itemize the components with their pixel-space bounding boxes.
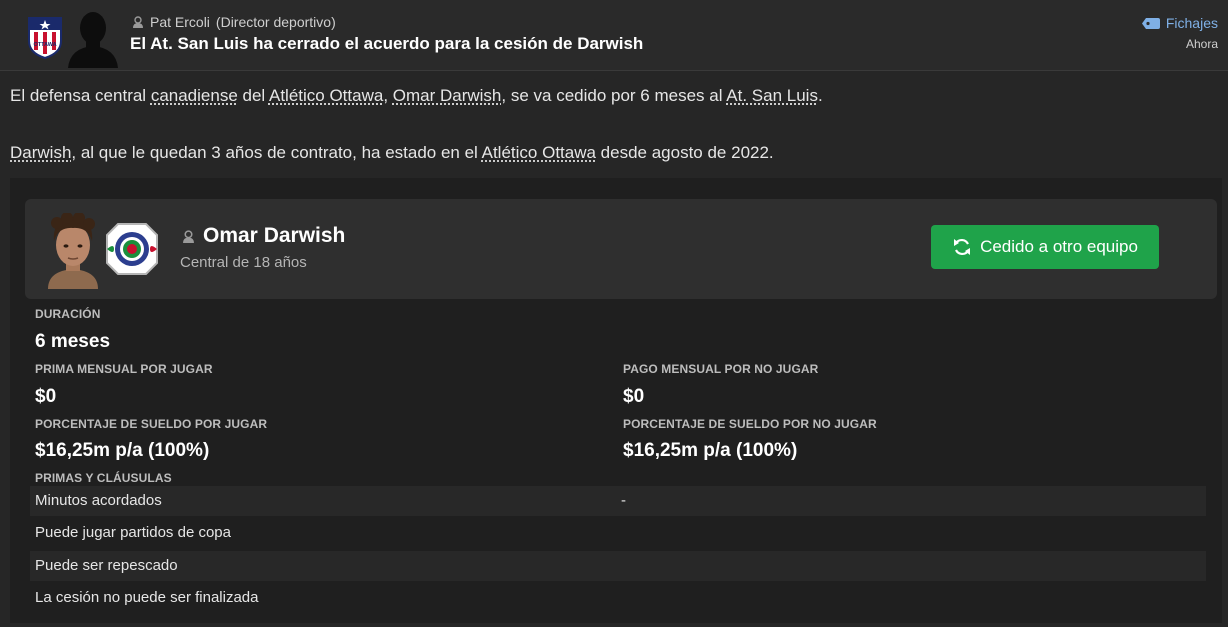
duration-label: DURACIÓN <box>35 307 101 321</box>
player-link[interactable]: Omar Darwish <box>393 86 502 105</box>
clause-key: Puede ser repescado <box>35 557 178 574</box>
text: desde agosto de 2022. <box>595 143 774 162</box>
duration-value: 6 meses <box>35 331 111 352</box>
clause-row: La cesión no puede ser finalizada <box>30 583 1206 613</box>
clause-key: Minutos acordados <box>35 492 162 509</box>
text: , al que le quedan 3 años de contrato, h… <box>71 143 482 162</box>
player-link[interactable]: Darwish <box>10 143 71 162</box>
crest-lettering: OTTAWA <box>33 42 56 48</box>
bonus-play-label: PRIMA MENSUAL POR JUGAR <box>35 362 213 376</box>
text: del <box>237 86 269 105</box>
news-paragraph-1: El defensa central canadiense del Atléti… <box>10 86 823 106</box>
loan-status-label: Cedido a otro equipo <box>980 237 1138 256</box>
text: , <box>383 86 393 105</box>
pay-noplay-value: $0 <box>623 386 645 407</box>
club-link-san-luis[interactable]: At. San Luis <box>726 86 818 105</box>
player-photo[interactable] <box>40 213 106 289</box>
tag-label: Fichajes <box>1165 15 1218 31</box>
text: , se va cedido por 6 meses al <box>501 86 727 105</box>
sender-role: (Director deportivo) <box>215 14 336 30</box>
clause-row: Puede ser repescado <box>30 551 1206 581</box>
club-crest-icon[interactable]: OTTAWA <box>26 15 64 59</box>
timestamp: Ahora <box>1185 37 1218 51</box>
person-icon <box>133 16 143 28</box>
text: El defensa central <box>10 86 151 105</box>
clause-row: Minutos acordados - <box>30 486 1206 516</box>
news-headline: El At. San Luis ha cerrado el acuerdo pa… <box>130 34 644 53</box>
clause-key: La cesión no puede ser finalizada <box>35 589 259 606</box>
text: . <box>817 86 823 105</box>
loan-status-button[interactable]: Cedido a otro equipo <box>931 225 1159 269</box>
category-tag[interactable]: Fichajes <box>1141 15 1218 31</box>
wage-noplay-value: $16,25m p/a (100%) <box>623 440 798 461</box>
nationality-link[interactable]: canadiense <box>151 86 238 105</box>
wage-play-label: PORCENTAJE DE SUELDO POR JUGAR <box>35 417 268 431</box>
club-link-ottawa[interactable]: Atlético Ottawa <box>482 143 596 162</box>
refresh-icon <box>954 238 971 256</box>
wage-play-value: $16,25m p/a (100%) <box>35 440 210 461</box>
clauses-label: PRIMAS Y CLÁUSULAS <box>35 471 172 485</box>
player-name[interactable]: Omar Darwish <box>203 224 345 248</box>
person-icon <box>183 229 194 243</box>
clause-row: Puede jugar partidos de copa <box>30 518 1206 548</box>
clause-key: Puede jugar partidos de copa <box>35 524 231 541</box>
wage-noplay-label: PORCENTAJE DE SUELDO POR NO JUGAR <box>623 417 877 431</box>
sender-avatar[interactable] <box>64 6 122 68</box>
clause-value: - <box>621 492 626 509</box>
sender-line: Pat Ercoli (Director deportivo) <box>132 14 336 30</box>
sender-name[interactable]: Pat Ercoli <box>150 14 210 30</box>
club-badge-icon[interactable] <box>104 221 160 277</box>
tag-icon <box>1141 17 1160 29</box>
pay-noplay-label: PAGO MENSUAL POR NO JUGAR <box>623 362 819 376</box>
player-subtitle: Central de 18 años <box>180 254 307 271</box>
news-paragraph-2: Darwish, al que le quedan 3 años de cont… <box>10 143 774 163</box>
player-name-line: Omar Darwish <box>182 224 345 248</box>
club-link-ottawa[interactable]: Atlético Ottawa <box>269 86 383 105</box>
bonus-play-value: $0 <box>35 386 57 407</box>
news-header: OTTAWA Pat Ercoli (Director deportivo) E… <box>0 0 1228 71</box>
